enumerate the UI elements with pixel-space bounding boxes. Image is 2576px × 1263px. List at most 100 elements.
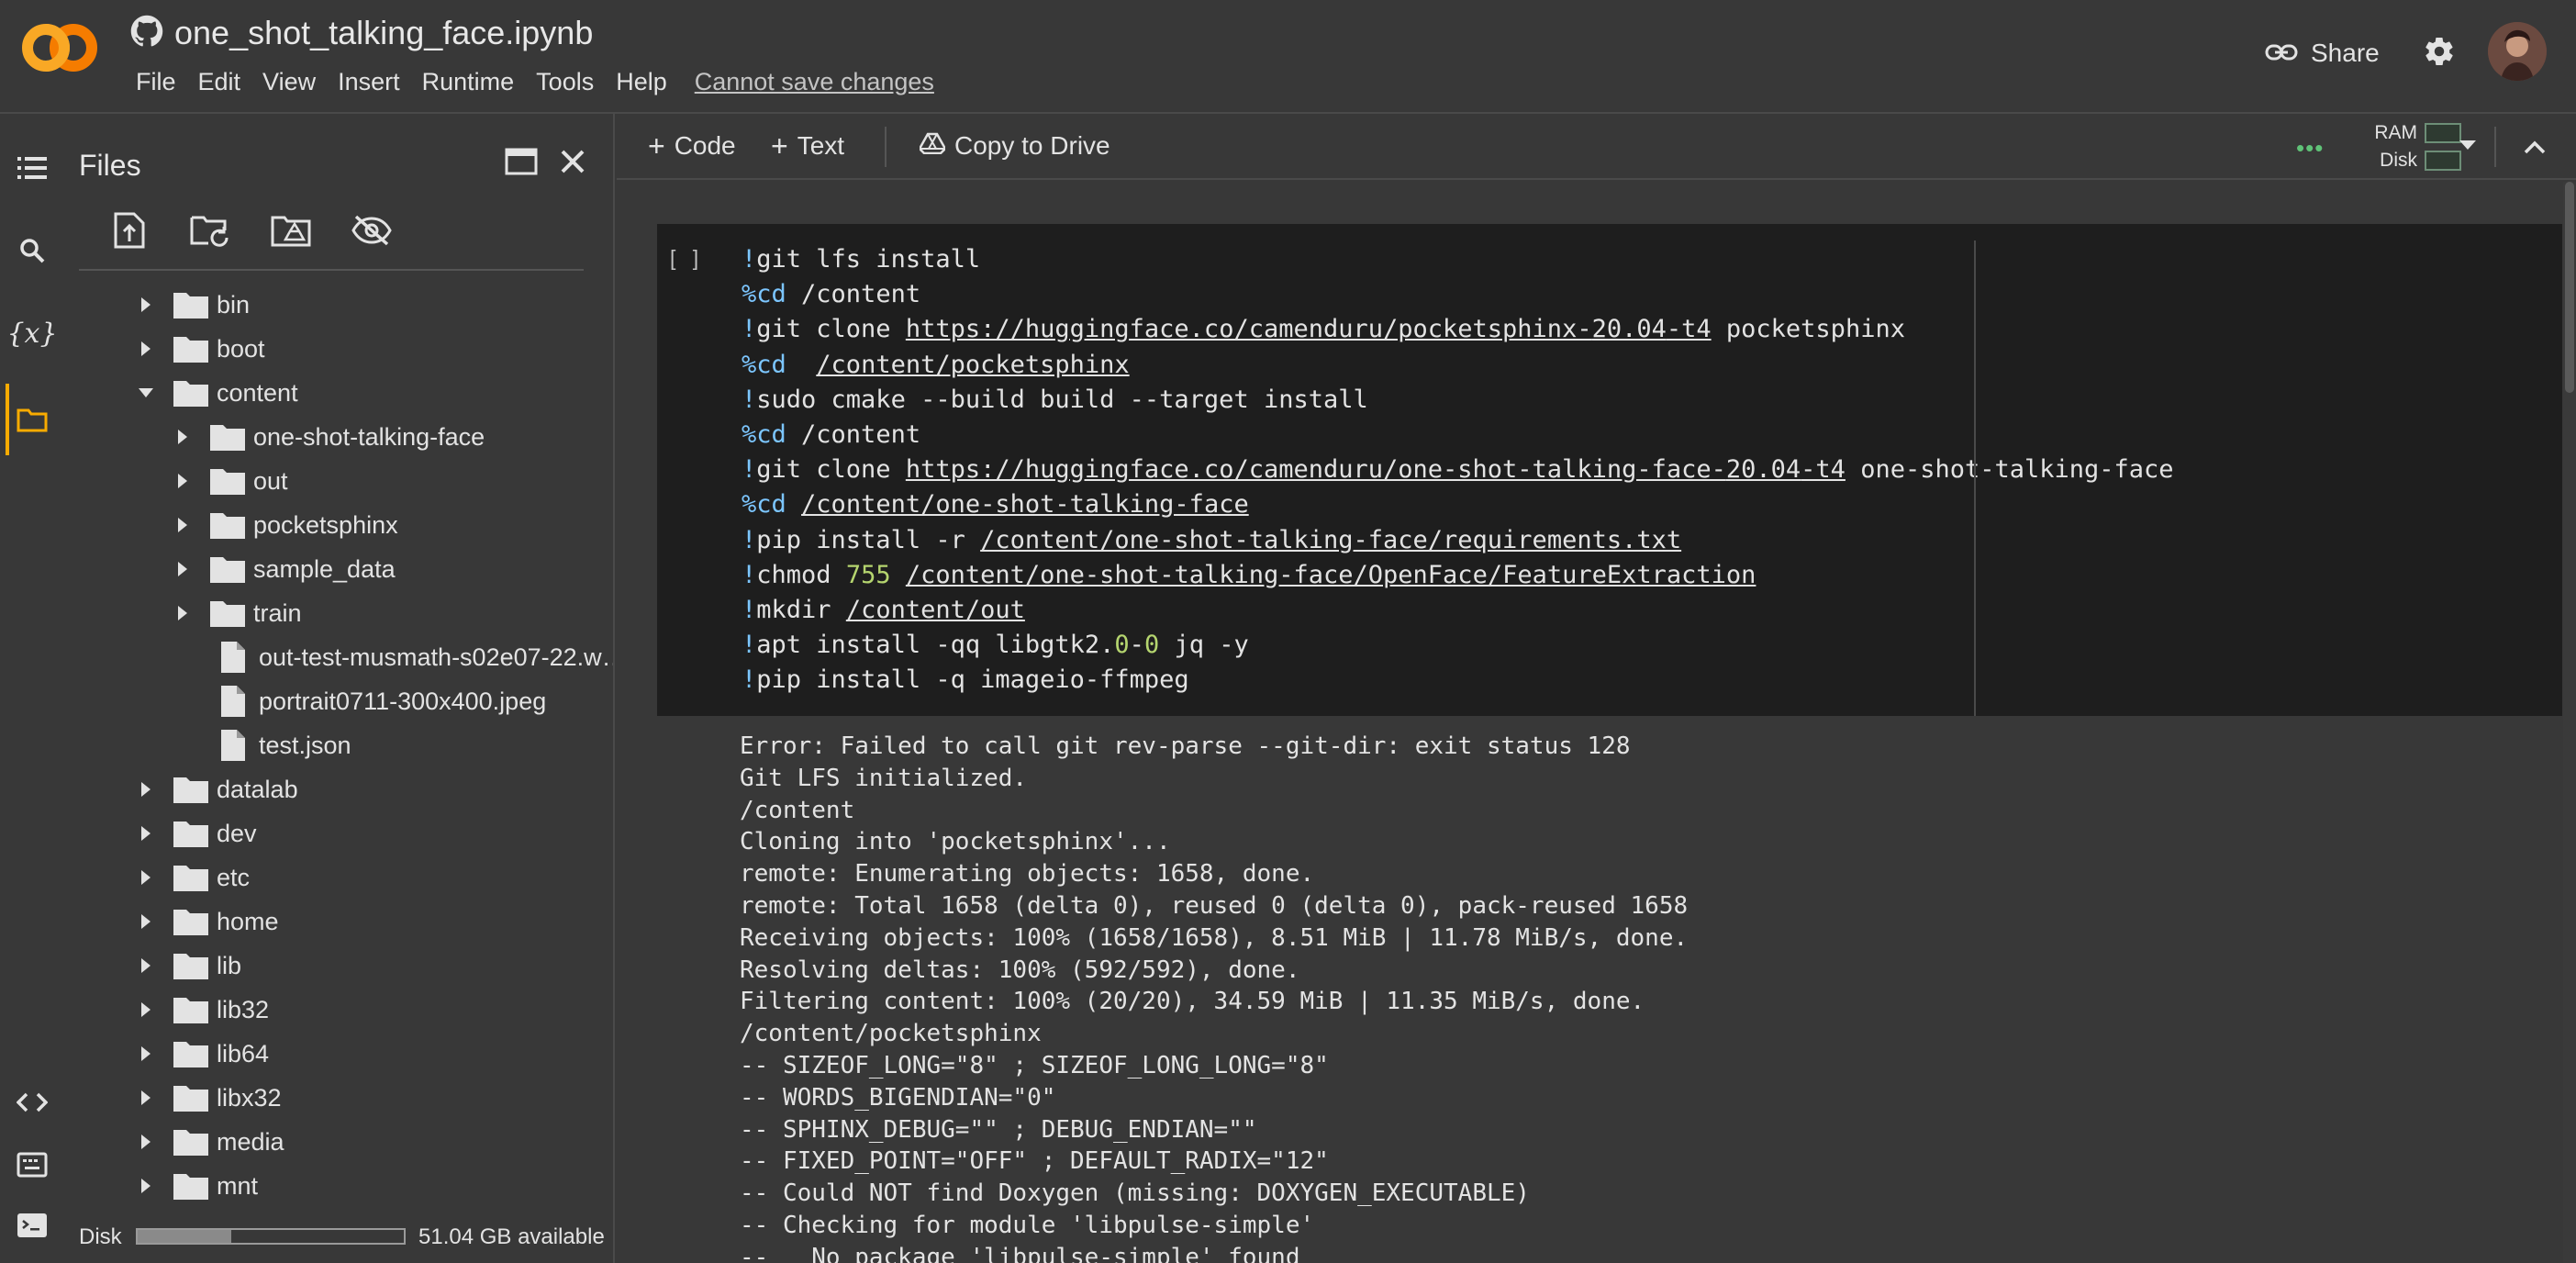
files-actions [106, 207, 395, 253]
hide-hidden-files-icon[interactable] [349, 207, 395, 253]
folder-item[interactable]: train [64, 591, 613, 635]
folder-item[interactable]: libx32 [64, 1076, 613, 1120]
output-line: remote: Total 1658 (delta 0), reused 0 (… [740, 891, 1689, 920]
upload-icon[interactable] [106, 207, 152, 253]
caret-right-icon[interactable] [136, 823, 156, 844]
runtime-status-icon[interactable]: ••• [2296, 134, 2324, 162]
mount-drive-icon[interactable] [268, 207, 314, 253]
scrollbar-thumb[interactable] [2565, 182, 2574, 393]
caret-right-icon[interactable] [173, 603, 193, 623]
add-code-button[interactable]: + Code [648, 125, 736, 167]
folder-item[interactable]: lib32 [64, 988, 613, 1032]
share-button[interactable]: Share [2265, 33, 2380, 73]
table-of-contents-icon[interactable] [9, 145, 55, 191]
resource-monitor[interactable]: RAM Disk [2333, 119, 2461, 174]
code-token[interactable]: 20.04 [1726, 455, 1801, 484]
menu-help[interactable]: Help [605, 64, 678, 100]
code-token[interactable]: /content/one-shot-talking-face/OpenFace/… [906, 561, 1756, 589]
folder-item[interactable]: boot [64, 327, 613, 371]
menu-file[interactable]: File [125, 64, 187, 100]
save-notice-link[interactable]: Cannot save changes [684, 64, 945, 100]
file-item[interactable]: portrait0711-300x400.jpeg [64, 679, 613, 723]
file-item[interactable]: out-test-musmath-s02e07-22.w… [64, 635, 615, 679]
folder-item[interactable]: content [64, 371, 613, 415]
caret-right-icon[interactable] [136, 956, 156, 976]
terminal-icon[interactable] [9, 1202, 55, 1248]
output-line: /content [740, 796, 855, 824]
folder-item[interactable]: home [64, 900, 613, 944]
caret-right-icon[interactable] [136, 867, 156, 888]
caret-right-icon[interactable] [136, 295, 156, 315]
run-cell-button[interactable]: [ ] [670, 246, 704, 271]
menu-edit[interactable]: Edit [187, 64, 252, 100]
folder-item[interactable]: out [64, 459, 613, 503]
code-token[interactable]: /content/one-shot-talking-face [801, 490, 1249, 519]
output-line: -- Could NOT find Doxygen (missing: DOXY… [740, 1179, 1530, 1208]
code-snippets-icon[interactable] [9, 1079, 55, 1125]
folder-item[interactable]: etc [64, 855, 613, 900]
code-token[interactable]: /content/pocketsphinx [816, 351, 1129, 379]
scrollbar[interactable] [2563, 182, 2576, 1263]
folder-item[interactable]: media [64, 1120, 613, 1164]
caret-right-icon[interactable] [173, 515, 193, 535]
code-token[interactable]: -t4 [1801, 455, 1846, 484]
caret-right-icon[interactable] [136, 1088, 156, 1108]
open-in-tab-icon[interactable] [503, 143, 540, 180]
folder-item[interactable]: lib64 [64, 1032, 613, 1076]
refresh-icon[interactable] [187, 207, 233, 253]
caret-right-icon[interactable] [136, 1132, 156, 1152]
caret-down-icon[interactable] [136, 383, 156, 403]
close-icon[interactable] [554, 143, 591, 180]
file-item[interactable]: test.json [64, 723, 613, 767]
caret-right-icon[interactable] [173, 559, 193, 579]
menu-view[interactable]: View [251, 64, 327, 100]
code-token: jq -y [1159, 631, 1249, 660]
add-text-button[interactable]: + Text [771, 125, 844, 167]
caret-right-icon[interactable] [136, 1176, 156, 1196]
folder-item[interactable]: lib [64, 944, 613, 988]
chevron-down-icon[interactable] [2454, 132, 2481, 160]
folder-item[interactable]: one-shot-talking-face [64, 415, 613, 459]
chevron-up-icon[interactable] [2518, 130, 2551, 163]
caret-right-icon[interactable] [173, 471, 193, 491]
code-cell[interactable]: [ ] !git lfs install %cd /content !git clo… [657, 224, 2562, 716]
variables-icon[interactable]: {x} [6, 310, 57, 356]
folder-item[interactable]: sample_data [64, 547, 613, 591]
code-token[interactable]: https://huggingface.co/camenduru/one-sho… [906, 455, 1726, 484]
menu-runtime[interactable]: Runtime [411, 64, 526, 100]
menu-tools[interactable]: Tools [525, 64, 605, 100]
caret-right-icon[interactable] [136, 911, 156, 932]
folder-item[interactable]: datalab [64, 767, 613, 811]
code-token[interactable]: -t4 [1667, 315, 1712, 343]
caret-right-icon[interactable] [136, 1044, 156, 1064]
search-icon[interactable] [9, 228, 55, 274]
files-icon[interactable] [9, 397, 55, 442]
code-token[interactable]: /content/out [846, 596, 1025, 624]
caret-right-icon[interactable] [136, 779, 156, 799]
disk-label-toolbar: Disk [2380, 150, 2417, 171]
code-token: pip install -r [756, 525, 981, 554]
code-token: git lfs install [756, 245, 981, 274]
code-token: mkdir [756, 595, 846, 624]
caret-right-icon[interactable] [136, 1000, 156, 1020]
code-token[interactable]: https://huggingface.co/camenduru/pockets… [906, 315, 1592, 343]
folder-item[interactable]: pocketsphinx [64, 503, 613, 547]
code-editor[interactable]: !git lfs install %cd /content !git clone h… [742, 242, 2174, 698]
code-token[interactable]: 20.04 [1592, 315, 1667, 343]
folder-item[interactable]: bin [64, 283, 613, 327]
user-avatar[interactable] [2488, 22, 2547, 81]
copy-to-drive-button[interactable]: Copy to Drive [918, 125, 1110, 167]
colab-logo[interactable] [20, 22, 99, 73]
code-token: ! [742, 525, 757, 554]
folder-icon [173, 863, 209, 892]
caret-right-icon[interactable] [173, 427, 193, 447]
code-token[interactable]: /content/one-shot-talking-face/requireme… [980, 526, 1681, 554]
caret-right-icon[interactable] [136, 339, 156, 359]
folder-item[interactable]: mnt [64, 1164, 613, 1206]
settings-button[interactable] [2419, 33, 2459, 73]
tree-item-label: out-test-musmath-s02e07-22.w… [259, 643, 615, 671]
notebook-title[interactable]: one_shot_talking_face.ipynb [174, 14, 593, 52]
menu-insert[interactable]: Insert [327, 64, 411, 100]
command-palette-icon[interactable] [9, 1142, 55, 1188]
folder-item[interactable]: dev [64, 811, 613, 855]
